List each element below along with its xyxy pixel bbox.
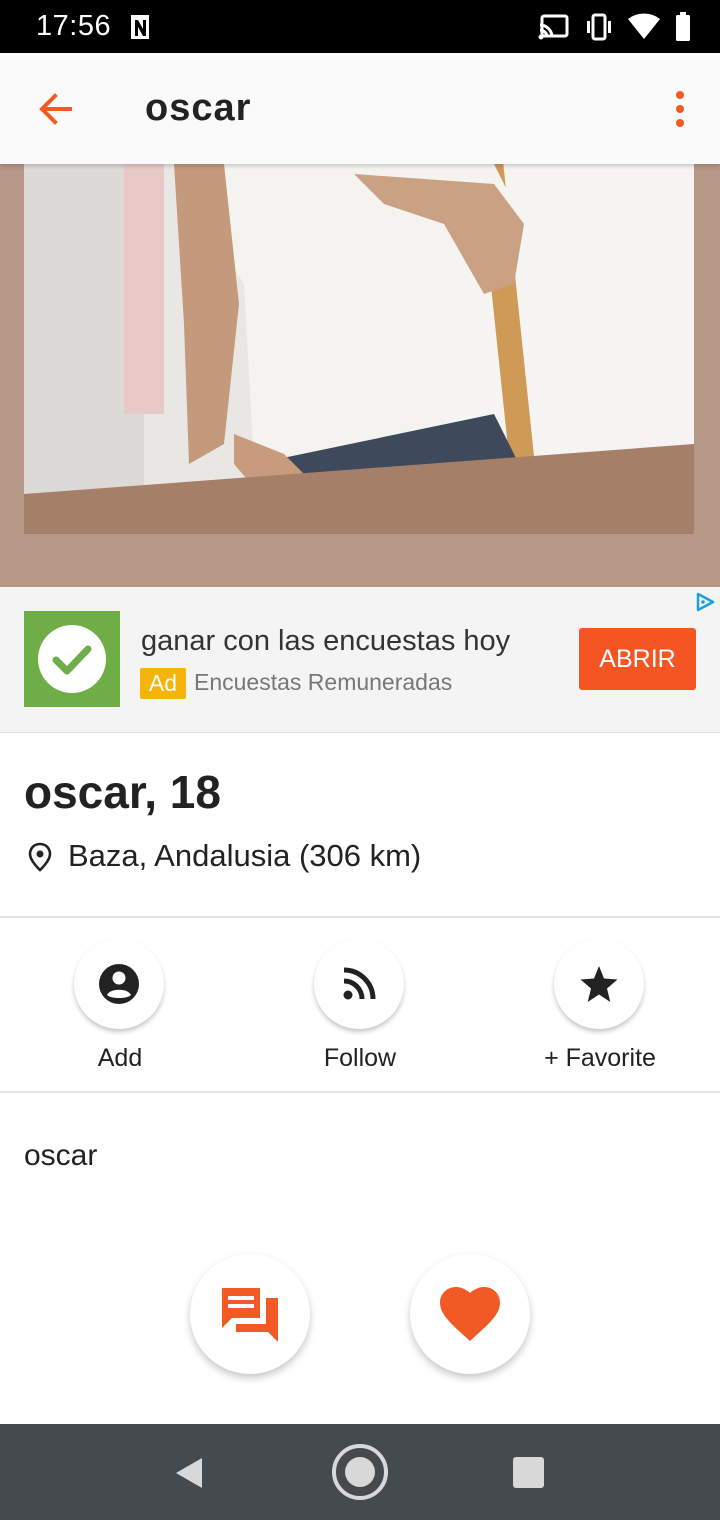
vibrate-icon <box>587 13 611 41</box>
star-icon <box>580 966 618 1002</box>
page-title: oscar <box>145 87 252 129</box>
profile-photo-frame <box>0 164 720 587</box>
nav-recents-icon[interactable] <box>500 1448 556 1498</box>
status-bar: 17:56 <box>0 0 720 53</box>
favorite-button[interactable]: + Favorite <box>480 937 720 1077</box>
nav-back-icon[interactable] <box>164 1448 220 1498</box>
heart-icon <box>440 1287 500 1341</box>
account-circle-icon <box>99 964 139 1004</box>
follow-button[interactable]: Follow <box>240 937 480 1077</box>
ad-banner[interactable]: ganar con las encuestas hoy Ad Encuestas… <box>0 587 720 733</box>
ad-open-button[interactable]: ABRIR <box>579 628 696 690</box>
app-bar: oscar <box>0 53 720 164</box>
follow-label: Follow <box>323 1044 397 1072</box>
ad-logo <box>24 611 120 707</box>
more-vert-icon[interactable] <box>668 87 692 131</box>
status-icons <box>538 11 692 43</box>
chat-button[interactable] <box>190 1254 310 1374</box>
about-text: oscar <box>24 1139 98 1172</box>
like-button[interactable] <box>410 1254 530 1374</box>
check-icon-bg <box>38 625 106 693</box>
battery-icon <box>676 12 690 41</box>
favorite-circle[interactable] <box>554 939 644 1029</box>
divider <box>0 1091 720 1093</box>
divider <box>0 916 720 918</box>
add-button[interactable]: Add <box>0 937 240 1077</box>
location-pin-icon <box>28 842 52 872</box>
profile-name-age: oscar, 18 <box>24 766 221 818</box>
add-circle[interactable] <box>74 939 164 1029</box>
profile-photo[interactable] <box>24 164 694 534</box>
follow-circle[interactable] <box>314 939 404 1029</box>
status-time: 17:56 <box>36 10 112 42</box>
check-icon <box>52 645 92 675</box>
adchoices-icon[interactable] <box>694 591 716 613</box>
ad-title[interactable]: ganar con las encuestas hoy <box>141 625 510 658</box>
back-arrow-icon[interactable] <box>34 87 78 131</box>
ad-advertiser: Encuestas Remuneradas <box>194 669 453 695</box>
wifi-icon <box>628 13 660 40</box>
add-label: Add <box>97 1044 143 1072</box>
nav-bar <box>0 1424 720 1520</box>
location-text: Baza, Andalusia (306 km) <box>68 838 422 873</box>
notification-n-icon <box>131 15 149 39</box>
nav-home-icon[interactable] <box>330 1442 390 1502</box>
cast-icon <box>538 14 569 40</box>
chat-icon <box>222 1288 278 1342</box>
favorite-label: + Favorite <box>544 1044 656 1072</box>
rss-feed-icon <box>343 967 376 1000</box>
ad-badge: Ad <box>140 668 186 699</box>
